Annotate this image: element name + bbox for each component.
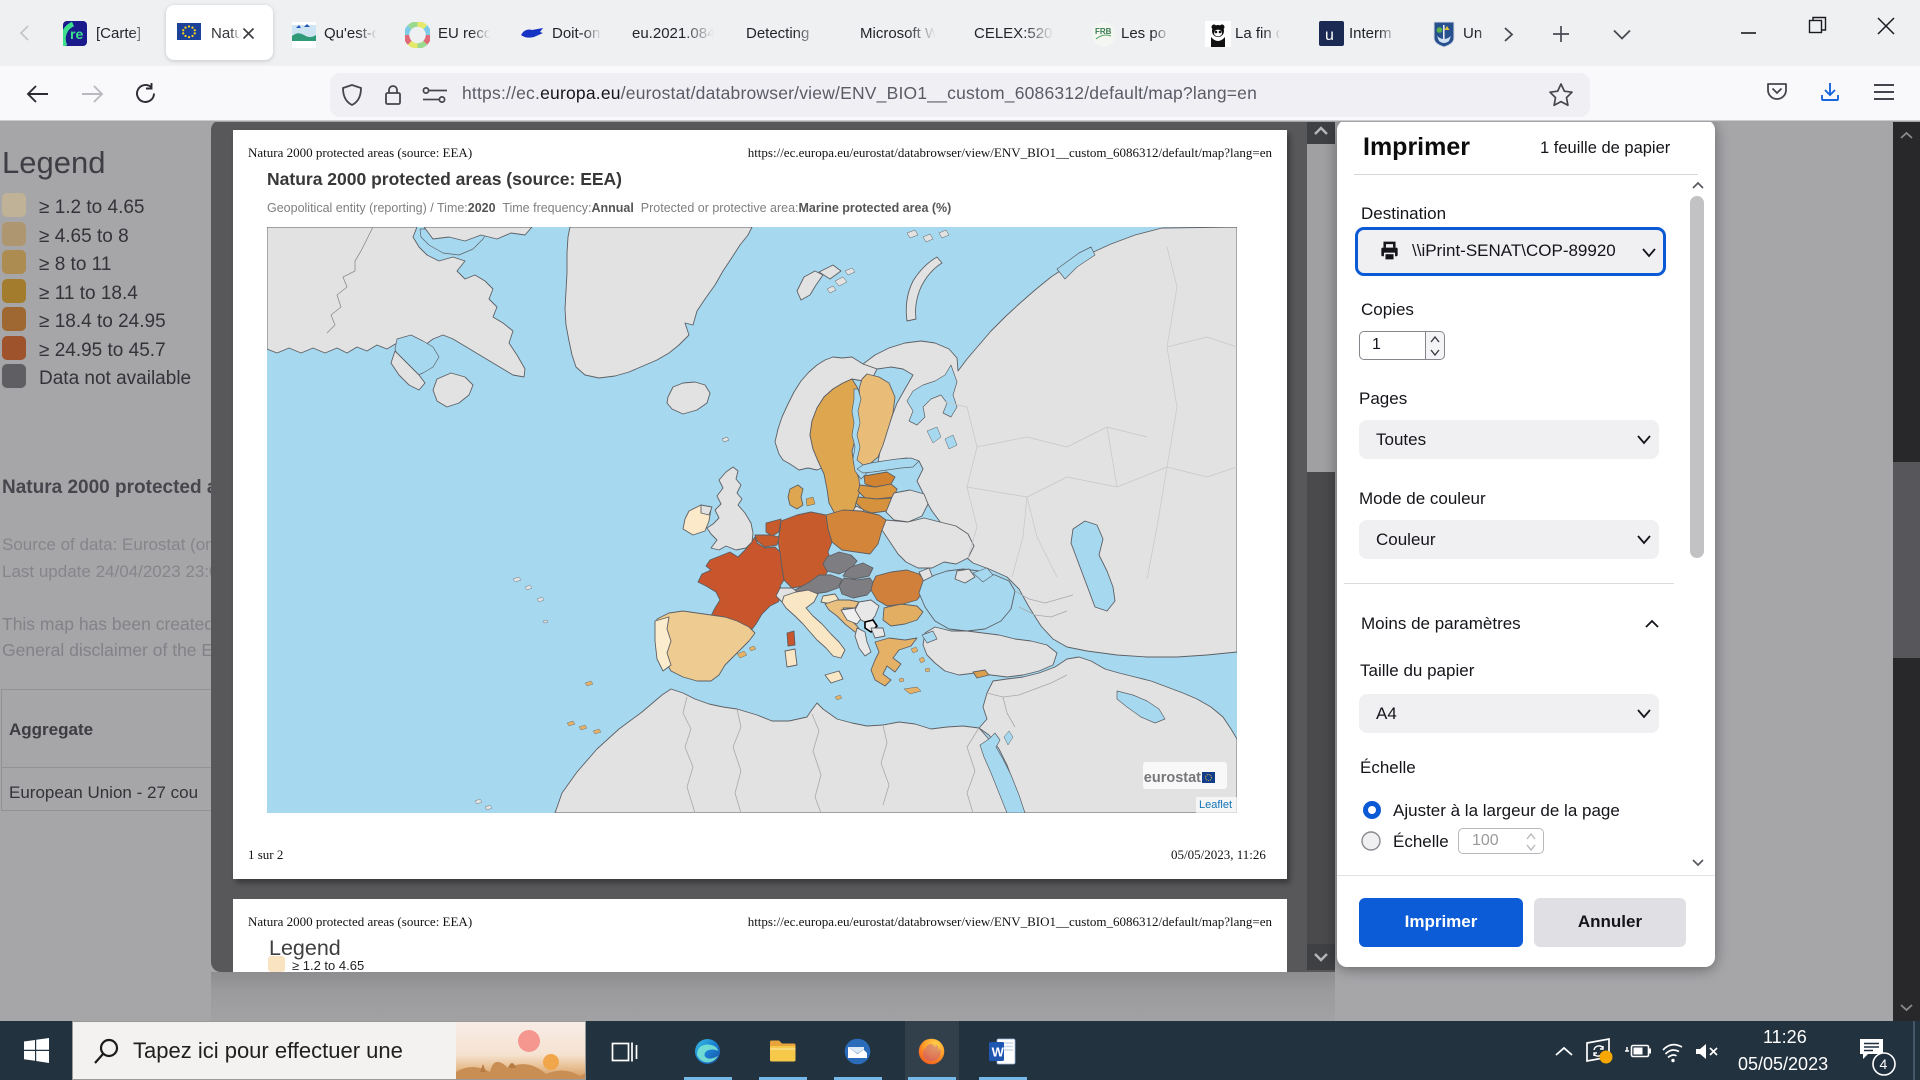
svg-text:re: re [70,26,83,42]
svg-text:W: W [992,1045,1005,1060]
svg-text:u: u [1325,27,1334,44]
svg-text:FRB: FRB [1095,27,1112,36]
svg-text:4: 4 [1880,1056,1888,1072]
